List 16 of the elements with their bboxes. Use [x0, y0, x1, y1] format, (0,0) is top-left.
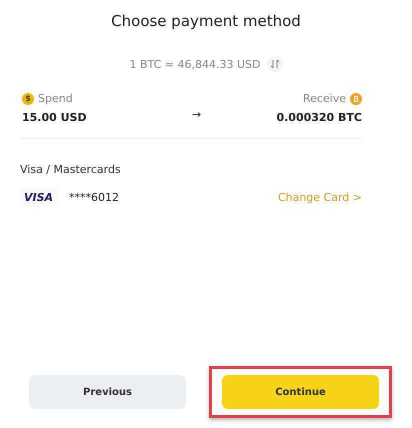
card-brand-logo: VISA	[20, 188, 60, 207]
exchange-rate: 1 BTC ≈ 46,844.33 USD	[130, 58, 260, 70]
card-number: ****6012	[69, 191, 120, 204]
receive-label: Receive	[302, 92, 346, 105]
continue-button[interactable]: Continue	[222, 375, 379, 409]
swap-button[interactable]	[266, 56, 282, 72]
bitcoin-coin-icon	[350, 92, 362, 104]
swap-icon	[270, 59, 280, 69]
previous-button[interactable]: Previous	[29, 375, 186, 409]
receive-amount: 0.000320 BTC	[276, 111, 362, 124]
spend-amount: 15.00 USD	[22, 111, 87, 124]
page-title: Choose payment method	[110, 12, 302, 30]
spend-label: Spend	[38, 92, 73, 105]
dollar-coin-icon: $	[22, 92, 34, 104]
arrow-icon: →	[192, 108, 202, 120]
payment-method-label: Visa / Mastercards	[20, 163, 122, 176]
